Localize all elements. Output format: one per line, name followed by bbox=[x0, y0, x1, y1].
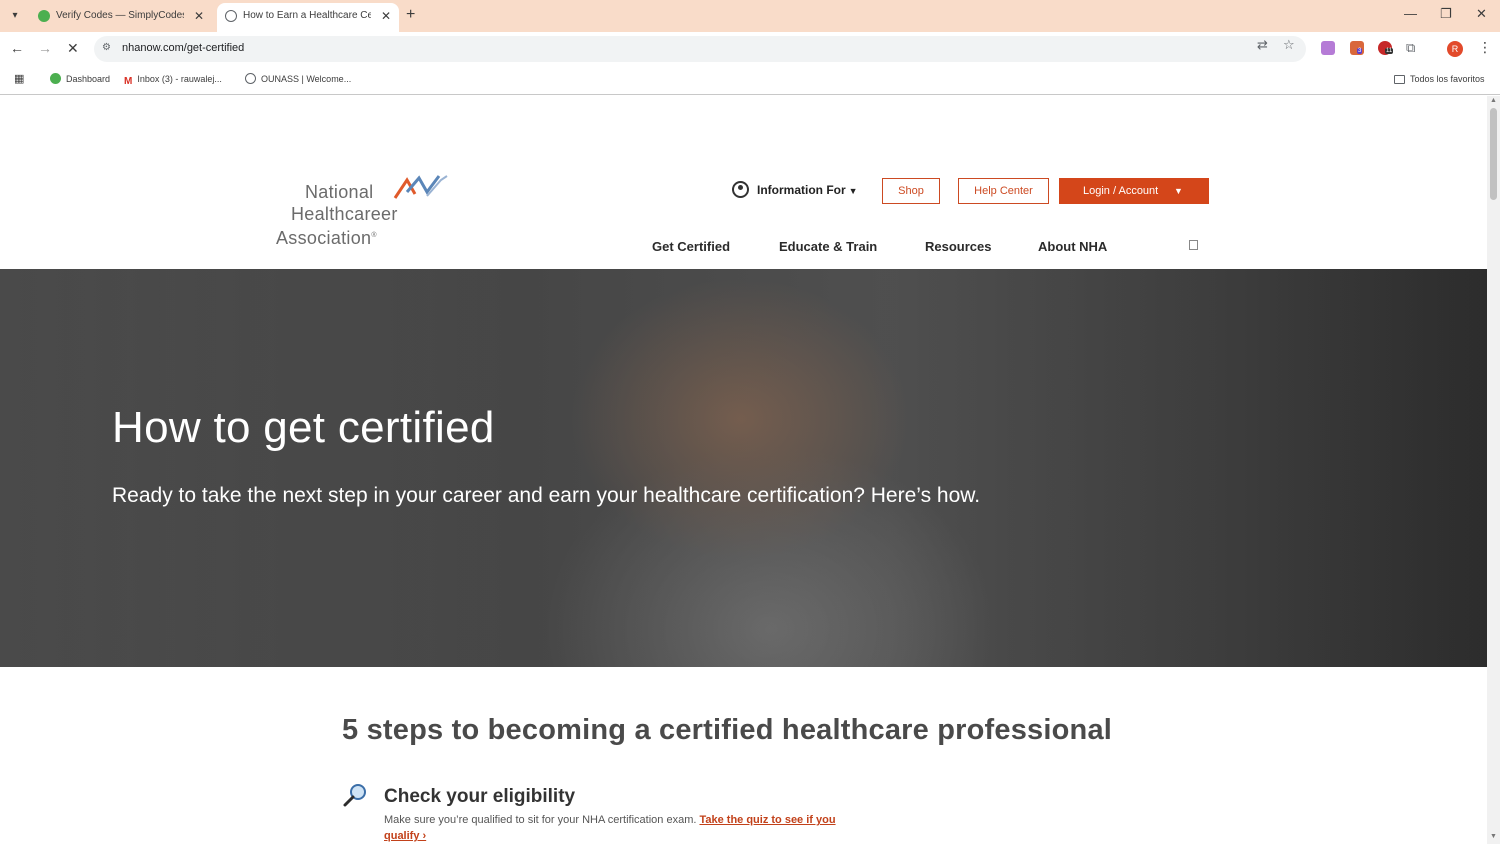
logo-registered-mark: ® bbox=[371, 232, 377, 239]
nav-get-certified[interactable]: Get Certified bbox=[652, 239, 730, 254]
address-bar[interactable]: ⚙ nhanow.com/get-certified bbox=[94, 36, 1306, 62]
caret-down-icon: ▼ bbox=[848, 186, 858, 196]
logo-line: National bbox=[305, 182, 374, 202]
bookmark-inbox[interactable]: M Inbox (3) - rauwalej... bbox=[124, 73, 222, 87]
bookmarks-bar: ▦ Dashboard M Inbox (3) - rauwalej... OUN… bbox=[0, 66, 1500, 95]
tab-title: Verify Codes — SimplyCodes bbox=[56, 10, 184, 21]
step-heading: Check your eligibility bbox=[384, 786, 576, 807]
address-url[interactable]: nhanow.com/get-certified bbox=[122, 42, 244, 54]
close-tab-icon[interactable]: ✕ bbox=[381, 3, 391, 29]
nha-favicon-icon bbox=[225, 10, 237, 22]
bookmark-label: Dashboard bbox=[66, 74, 111, 84]
tab-title: How to Earn a Healthcare Certif bbox=[243, 10, 371, 21]
hero-overlay bbox=[0, 269, 1487, 667]
scroll-up-icon[interactable]: ▲ bbox=[1490, 97, 1497, 104]
apps-grid-icon[interactable]: ▦ bbox=[14, 73, 24, 85]
nav-resources[interactable]: Resources bbox=[925, 239, 991, 254]
step-description-text: Make sure you’re qualified to sit for yo… bbox=[384, 814, 700, 826]
step-description: Make sure you’re qualified to sit for yo… bbox=[384, 812, 874, 844]
extension-badge: 11 bbox=[1385, 48, 1394, 54]
nav-about-nha[interactable]: About NHA bbox=[1038, 239, 1107, 254]
user-circle-icon bbox=[732, 181, 749, 198]
all-bookmarks-label: Todos los favoritos bbox=[1410, 74, 1485, 84]
help-center-button[interactable]: Help Center bbox=[958, 178, 1049, 204]
translate-icon[interactable]: ⇄ bbox=[1257, 37, 1268, 53]
tab-strip: ▾ Verify Codes — SimplyCodes ✕ How to Ea… bbox=[0, 0, 1500, 32]
magnifying-glass-icon bbox=[343, 784, 366, 807]
shop-button[interactable]: Shop bbox=[882, 178, 940, 204]
bookmark-star-icon[interactable]: ☆ bbox=[1283, 37, 1295, 53]
scrollbar-thumb[interactable] bbox=[1490, 108, 1497, 200]
login-account-label: Login / Account bbox=[1083, 185, 1159, 197]
hero-subtitle: Ready to take the next step in your care… bbox=[112, 484, 981, 507]
bookmark-label: OUNASS | Welcome... bbox=[261, 74, 352, 84]
nha-logo[interactable]: National Healthcareer Association® bbox=[276, 174, 456, 250]
forward-icon[interactable]: → bbox=[38, 40, 52, 56]
extension-icon[interactable]: 11 bbox=[1378, 41, 1394, 55]
restore-icon[interactable]: ❐ bbox=[1440, 6, 1452, 22]
hero-banner: How to get certified Ready to take the n… bbox=[0, 269, 1487, 667]
page-viewport: National Healthcareer Association® Infor… bbox=[0, 96, 1487, 844]
logo-wordmark: National Healthcareer Association® bbox=[276, 182, 398, 250]
steps-section-title: 5 steps to becoming a certified healthca… bbox=[342, 714, 1113, 746]
close-tab-icon[interactable]: ✕ bbox=[194, 3, 204, 29]
minimize-icon[interactable]: — bbox=[1404, 6, 1417, 21]
caret-down-icon: ▼ bbox=[1174, 186, 1183, 196]
folder-icon bbox=[1394, 75, 1405, 84]
search-icon[interactable] bbox=[1189, 240, 1198, 250]
bookmark-ounass[interactable]: OUNASS | Welcome... bbox=[245, 73, 351, 85]
logo-line: Healthcareer bbox=[291, 203, 398, 224]
hero-title: How to get certified bbox=[112, 403, 495, 452]
stop-loading-icon[interactable]: ✕ bbox=[67, 40, 79, 57]
login-account-button[interactable]: Login / Account ▼ bbox=[1059, 178, 1209, 204]
bookmark-label: Inbox (3) - rauwalej... bbox=[137, 74, 222, 84]
close-window-icon[interactable]: ✕ bbox=[1476, 6, 1487, 22]
extensions-puzzle-icon[interactable]: ⧉ bbox=[1406, 40, 1415, 56]
browser-menu-icon[interactable]: ⋮ bbox=[1478, 39, 1492, 56]
gmail-icon: M bbox=[124, 76, 133, 87]
browser-toolbar: ← → ✕ ⚙ nhanow.com/get-certified ⇄ ☆ 3 1… bbox=[0, 32, 1500, 66]
simplycodes-favicon-icon bbox=[38, 10, 50, 22]
nha-logo-mark-icon bbox=[393, 175, 448, 199]
profile-avatar[interactable]: R bbox=[1447, 41, 1463, 57]
information-for-dropdown[interactable]: Information For ▼ bbox=[732, 181, 858, 199]
new-tab-button[interactable]: + bbox=[406, 6, 415, 24]
site-info-icon[interactable]: ⚙ bbox=[102, 42, 111, 53]
all-bookmarks[interactable]: Todos los favoritos bbox=[1394, 73, 1485, 85]
dashboard-favicon-icon bbox=[50, 73, 61, 84]
scroll-down-icon[interactable]: ▼ bbox=[1490, 833, 1497, 840]
tab-get-certified[interactable]: How to Earn a Healthcare Certif ✕ bbox=[217, 3, 399, 32]
back-icon[interactable]: ← bbox=[10, 40, 24, 56]
page-scrollbar[interactable]: ▲ ▼ bbox=[1487, 96, 1500, 844]
tab-search-button[interactable]: ▾ bbox=[6, 7, 24, 25]
ounass-favicon-icon bbox=[245, 73, 256, 84]
nav-educate-train[interactable]: Educate & Train bbox=[779, 239, 877, 254]
logo-line: Association bbox=[276, 228, 372, 248]
tab-verify-codes[interactable]: Verify Codes — SimplyCodes ✕ bbox=[30, 3, 212, 32]
information-for-label: Information For bbox=[757, 183, 846, 197]
extension-icon[interactable] bbox=[1321, 41, 1335, 55]
bookmark-dashboard[interactable]: Dashboard bbox=[50, 73, 110, 85]
extension-icon[interactable]: 3 bbox=[1350, 41, 1364, 55]
extension-badge: 3 bbox=[1357, 48, 1363, 54]
